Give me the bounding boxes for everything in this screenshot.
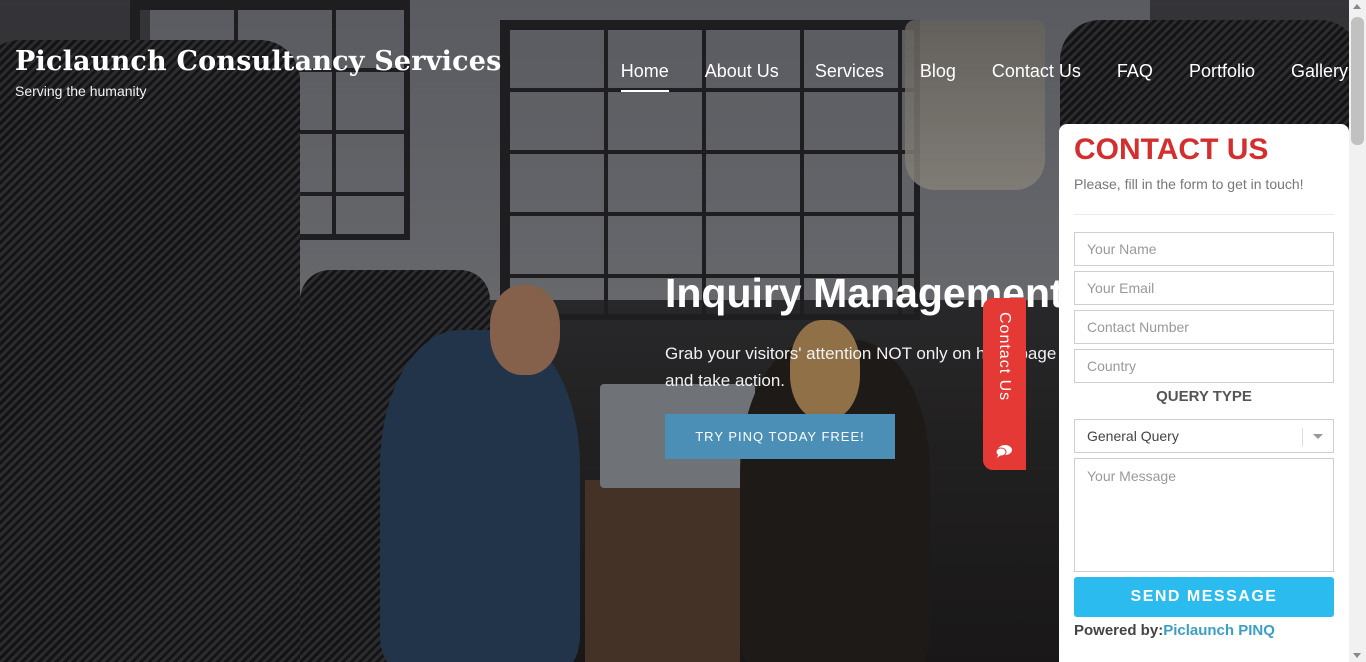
- query-type-select[interactable]: General Query: [1074, 419, 1334, 453]
- scrollbar-thumb[interactable]: [1351, 17, 1364, 145]
- select-separator: [1302, 428, 1303, 446]
- contact-form-heading: CONTACT US: [1074, 133, 1269, 166]
- piclaunch-pinq-link[interactable]: Piclaunch PINQ: [1163, 622, 1275, 639]
- site-title[interactable]: Piclaunch Consultancy Services: [15, 46, 502, 77]
- chevron-down-icon: [1313, 434, 1323, 439]
- divider: [1074, 214, 1334, 215]
- contact-form-panel: CONTACT US Please, fill in the form to g…: [1059, 124, 1349, 662]
- query-type-value: General Query: [1087, 428, 1179, 444]
- contact-form-subheading: Please, fill in the form to get in touch…: [1074, 176, 1304, 192]
- nav-gallery[interactable]: Gallery: [1291, 61, 1348, 92]
- email-input[interactable]: Your Email: [1074, 271, 1334, 305]
- scroll-up-arrow-icon[interactable]: [1353, 4, 1361, 9]
- site-tagline: Serving the humanity: [15, 83, 147, 99]
- page-scrollbar[interactable]: [1349, 0, 1366, 662]
- nav-services[interactable]: Services: [815, 61, 884, 92]
- nav-faq[interactable]: FAQ: [1117, 61, 1153, 92]
- message-textarea[interactable]: Your Message: [1074, 458, 1334, 572]
- nav-contact-us[interactable]: Contact Us: [992, 61, 1081, 92]
- chat-bubbles-icon: [995, 445, 1012, 458]
- nav-portfolio[interactable]: Portfolio: [1189, 61, 1255, 92]
- contact-number-input[interactable]: Contact Number: [1074, 310, 1334, 344]
- scroll-down-arrow-icon[interactable]: [1353, 653, 1361, 658]
- main-nav: Home About Us Services Blog Contact Us F…: [585, 61, 1348, 92]
- site-brand[interactable]: Piclaunch Consultancy Services Serving t…: [15, 46, 502, 99]
- contact-side-tab[interactable]: Contact Us: [983, 298, 1026, 470]
- nav-blog[interactable]: Blog: [920, 61, 956, 92]
- query-type-label: QUERY TYPE: [1156, 388, 1252, 405]
- powered-by: Powered by:Piclaunch PINQ: [1074, 622, 1334, 639]
- contact-side-tab-label: Contact Us: [996, 312, 1013, 402]
- name-input[interactable]: Your Name: [1074, 232, 1334, 266]
- try-pinq-button[interactable]: TRY PINQ TODAY FREE!: [665, 414, 895, 459]
- send-message-button[interactable]: SEND MESSAGE: [1074, 577, 1334, 617]
- nav-home[interactable]: Home: [620, 61, 669, 92]
- nav-about-us[interactable]: About Us: [705, 61, 779, 92]
- powered-by-label: Powered by:: [1074, 622, 1164, 639]
- country-input[interactable]: Country: [1074, 349, 1334, 383]
